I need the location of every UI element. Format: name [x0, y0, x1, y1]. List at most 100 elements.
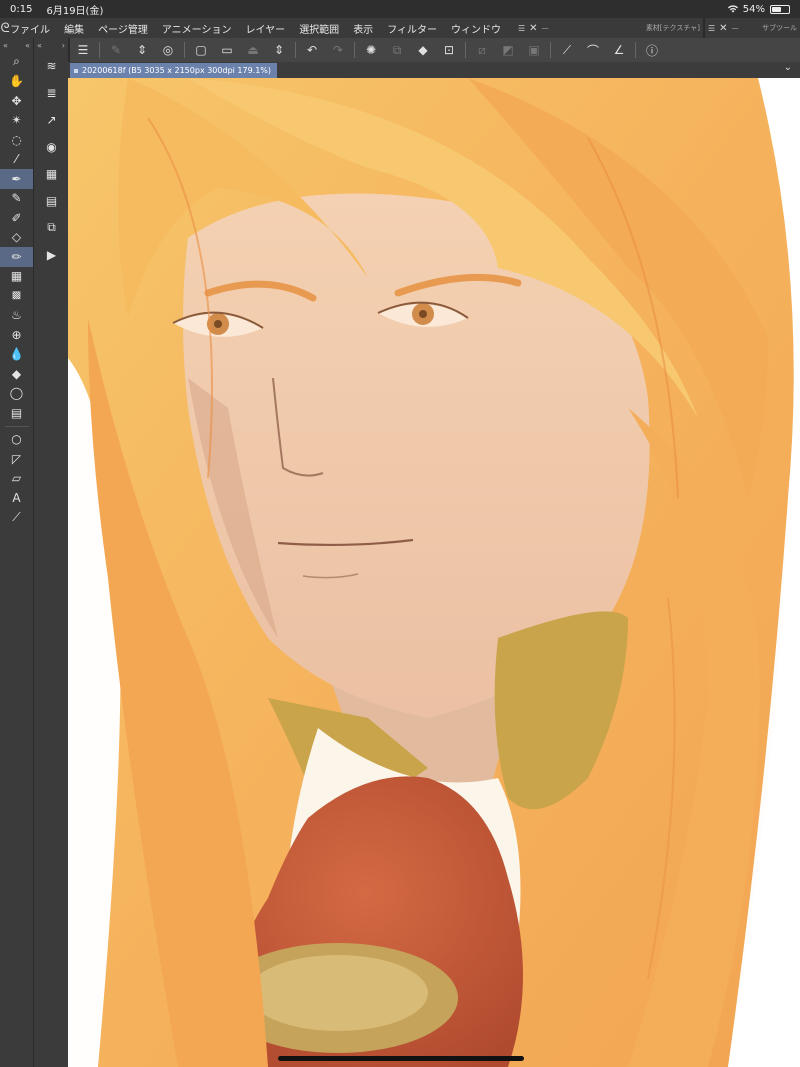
divider	[99, 42, 100, 58]
color-set-icon[interactable]: ▦	[34, 160, 69, 187]
menu-bar: ᘓ ファイル 編集 ページ管理 アニメーション レイヤー 選択範囲 表示 フィル…	[0, 18, 515, 38]
menu-icon[interactable]: ☰	[518, 24, 525, 33]
menu-window[interactable]: ウィンドウ	[451, 21, 501, 36]
lasso-tool-icon[interactable]: ◌	[0, 130, 33, 150]
ruler-icon[interactable]: ⟋	[554, 38, 580, 62]
divider	[635, 42, 636, 58]
eyedropper-tool-icon[interactable]: ⁄	[0, 150, 33, 170]
redo-icon[interactable]: ↷	[325, 38, 351, 62]
menu-selection[interactable]: 選択範囲	[299, 21, 339, 36]
expand-icon[interactable]: «	[25, 41, 30, 50]
drawing-canvas[interactable]	[68, 78, 800, 1067]
transform-icon[interactable]: ⊡	[436, 38, 462, 62]
menu-animation[interactable]: アニメーション	[162, 21, 232, 36]
command-bar: ☰ ✎ ⇕ ◎ ▢ ▭ ⏏ ⇕ ↶ ↷ ✺ ⧉ ◆ ⊡ ⧄ ◩ ▣ ⟋ ⌒ ∠ …	[70, 38, 800, 62]
collapse-row: ««	[0, 38, 33, 52]
ruler-tool-icon[interactable]: ▱	[0, 469, 33, 489]
status-bar: 0:15 6月19日(金) 54%	[0, 0, 800, 18]
pen-tool-icon[interactable]: ✒	[0, 169, 33, 189]
correct-line-tool-icon[interactable]: ⟋	[0, 508, 33, 528]
film-icon[interactable]: ▤	[34, 187, 69, 214]
zoom-tool-icon[interactable]: ⌕	[0, 52, 33, 72]
vector-icon[interactable]: ↗	[34, 106, 69, 133]
airbrush-tool-icon[interactable]: ✏	[0, 247, 33, 267]
chevron-down-icon[interactable]: ⌄	[784, 62, 792, 73]
artwork	[68, 78, 800, 1067]
speech-bubble-tool-icon[interactable]: ◯	[0, 384, 33, 404]
edit-disabled-icon[interactable]: ✎	[103, 38, 129, 62]
stepper-icon[interactable]: ⇕	[129, 38, 155, 62]
swirl-icon[interactable]: ◎	[155, 38, 181, 62]
expand-icon[interactable]: ›	[62, 41, 65, 50]
minimize-icon[interactable]: —	[542, 24, 549, 32]
layer-settings-icon[interactable]: ≣	[34, 79, 69, 106]
loading-spinner-icon[interactable]: ✺	[358, 38, 384, 62]
subtool-panel-title: サブツール	[762, 24, 797, 32]
help-icon[interactable]: ⓘ	[639, 38, 665, 62]
app-logo-icon[interactable]: ᘓ	[0, 21, 10, 36]
tool-palette: «« ⌕ ✋ ✥ ✴ ◌ ⁄ ✒ ✎ ✐ ◇ ✏ ▦ ▩ ♨ ⊕ 💧 ◆ ◯ ▤…	[0, 38, 33, 1067]
decoration-tool-icon[interactable]: ▦	[0, 267, 33, 287]
material-panel-title: 素材[テクスチャ]	[645, 24, 700, 32]
collapse-icon[interactable]: «	[3, 41, 8, 50]
pattern-tool-icon[interactable]: ▩	[0, 286, 33, 306]
status-time: 0:15	[10, 3, 33, 15]
divider	[354, 42, 355, 58]
operation-tool-icon[interactable]: ✴	[0, 111, 33, 131]
stepper-icon[interactable]: ⇕	[266, 38, 292, 62]
figure-tool-icon[interactable]: ○	[0, 430, 33, 450]
bucket-tool-icon[interactable]: ◆	[0, 364, 33, 384]
layer-stack-icon[interactable]: ≋	[34, 52, 69, 79]
menu-icon[interactable]: ☰	[708, 24, 715, 33]
menu-view[interactable]: 表示	[353, 21, 373, 36]
timeline-icon[interactable]: ▶	[34, 241, 69, 268]
hamburger-icon[interactable]: ☰	[70, 38, 96, 62]
menu-layer[interactable]: レイヤー	[245, 21, 285, 36]
fill-bucket-icon[interactable]: ◆	[410, 38, 436, 62]
hand-tool-icon[interactable]: ✋	[0, 72, 33, 92]
blur-tool-icon[interactable]: 💧	[0, 345, 33, 365]
copy-icon[interactable]: ⧉	[384, 38, 410, 62]
gradient-tool-icon[interactable]: ▤	[0, 403, 33, 423]
divider	[295, 42, 296, 58]
move-tool-icon[interactable]: ✥	[0, 91, 33, 111]
undo-icon[interactable]: ↶	[299, 38, 325, 62]
export-icon[interactable]: ⏏	[240, 38, 266, 62]
material-icon[interactable]: ⧉	[34, 214, 69, 241]
brush-stroke-icon[interactable]: ⌒	[580, 38, 606, 62]
frame-tool-icon[interactable]: ◸	[0, 449, 33, 469]
close-icon[interactable]: ✕	[529, 23, 537, 34]
blend-tool-icon[interactable]: ♨	[0, 306, 33, 326]
menu-file[interactable]: ファイル	[10, 21, 50, 36]
text-tool-icon[interactable]: A	[0, 488, 33, 508]
navigator-icon[interactable]: ◉	[34, 133, 69, 160]
invert-selection-icon[interactable]: ◩	[495, 38, 521, 62]
menu-page[interactable]: ページ管理	[98, 21, 148, 36]
ruler-angle-icon[interactable]: ∠	[606, 38, 632, 62]
material-panel-header: ☰ ✕ — 素材[テクスチャ]	[515, 18, 703, 38]
eraser-tool-icon[interactable]: ◇	[0, 228, 33, 248]
fill-tool-icon[interactable]: ⊕	[0, 325, 33, 345]
menu-edit[interactable]: 編集	[64, 21, 84, 36]
divider	[550, 42, 551, 58]
divider	[465, 42, 466, 58]
minimize-icon[interactable]: —	[732, 24, 739, 32]
status-right: 54%	[727, 4, 790, 15]
open-folder-icon[interactable]: ▭	[214, 38, 240, 62]
selection-border-icon[interactable]: ▣	[521, 38, 547, 62]
canvas-tab[interactable]: 20200618f (B5 3035 x 2150px 300dpi 179.1…	[70, 63, 278, 78]
sub-palette: «› ≋ ≣ ↗ ◉ ▦ ▤ ⧉ ▶	[33, 38, 68, 1067]
deselect-icon[interactable]: ⧄	[469, 38, 495, 62]
divider	[184, 42, 185, 58]
subtool-panel-header: ☰ ✕ — サブツール	[704, 18, 800, 38]
canvas-tab-bar: 20200618f (B5 3035 x 2150px 300dpi 179.1…	[68, 62, 800, 78]
status-date: 6月19日(金)	[46, 5, 104, 17]
pencil-tool-icon[interactable]: ✎	[0, 189, 33, 209]
home-indicator[interactable]	[278, 1056, 524, 1061]
collapse-row: «›	[34, 38, 68, 52]
brush-tool-icon[interactable]: ✐	[0, 208, 33, 228]
close-icon[interactable]: ✕	[719, 23, 727, 34]
menu-filter[interactable]: フィルター	[387, 21, 437, 36]
new-file-icon[interactable]: ▢	[188, 38, 214, 62]
collapse-icon[interactable]: «	[37, 41, 42, 50]
